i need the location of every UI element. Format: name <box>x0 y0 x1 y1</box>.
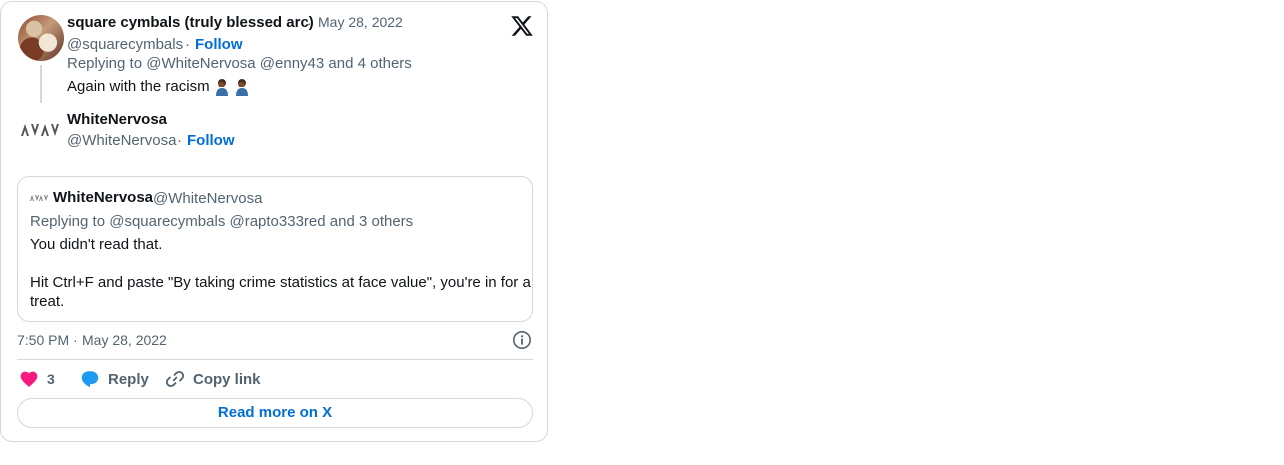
link-icon[interactable] <box>164 368 186 390</box>
tweet-text: Again with the racism <box>67 78 210 95</box>
whitenervosa-logo-icon <box>30 195 48 201</box>
heart-icon[interactable] <box>19 369 39 389</box>
info-icon[interactable] <box>512 330 532 350</box>
quoted-tweet[interactable]: WhiteNervosa @WhiteNervosa Replying to @… <box>17 176 533 322</box>
reply-bubble-icon[interactable] <box>79 368 101 390</box>
quote-text-line: treat. <box>30 293 65 310</box>
read-more-button[interactable]: Read more on X <box>17 398 533 428</box>
facepalm-icon <box>215 79 228 97</box>
divider <box>17 359 533 360</box>
tweet-body: Again with the racism <box>67 78 250 97</box>
reply-button[interactable]: Reply <box>108 371 149 388</box>
separator-dot: · <box>73 332 78 348</box>
quote-replying-to: Replying to @squarecymbals @rapto333red … <box>30 213 414 230</box>
embedded-tweet-card: square cymbals (truly blessed arc) · May… <box>0 1 548 442</box>
tweet-time[interactable]: 7:50 PM <box>17 332 69 348</box>
x-logo-icon[interactable] <box>510 14 534 38</box>
tweet-date[interactable]: May 28, 2022 <box>318 14 403 30</box>
quote-author-handle: @WhiteNervosa <box>153 190 263 207</box>
quote-text-line: You didn't read that. <box>30 236 163 253</box>
separator-dot: · <box>307 15 312 31</box>
tweet-full-date[interactable]: May 28, 2022 <box>82 332 167 348</box>
facepalm-icon <box>235 79 248 97</box>
parent-follow-button[interactable]: Follow <box>187 132 235 149</box>
thread-connector-line <box>40 65 42 103</box>
separator-dot: · <box>185 36 190 53</box>
copy-link-button[interactable]: Copy link <box>193 371 261 388</box>
quote-author-name: WhiteNervosa <box>53 189 154 206</box>
parent-author-handle[interactable]: @WhiteNervosa <box>67 132 176 149</box>
follow-button[interactable]: Follow <box>195 36 243 53</box>
author-handle[interactable]: @squarecymbals <box>67 36 183 53</box>
separator-dot: · <box>177 132 182 149</box>
whitenervosa-logo-avatar[interactable] <box>19 118 63 142</box>
replying-to[interactable]: Replying to @WhiteNervosa @enny43 and 4 … <box>67 55 412 72</box>
like-count[interactable]: 3 <box>47 371 55 387</box>
avatar[interactable] <box>18 15 64 61</box>
quote-text-line: Hit Ctrl+F and paste "By taking crime st… <box>30 274 531 291</box>
author-name[interactable]: square cymbals (truly blessed arc) <box>67 14 314 31</box>
parent-author-name[interactable]: WhiteNervosa <box>67 111 167 128</box>
